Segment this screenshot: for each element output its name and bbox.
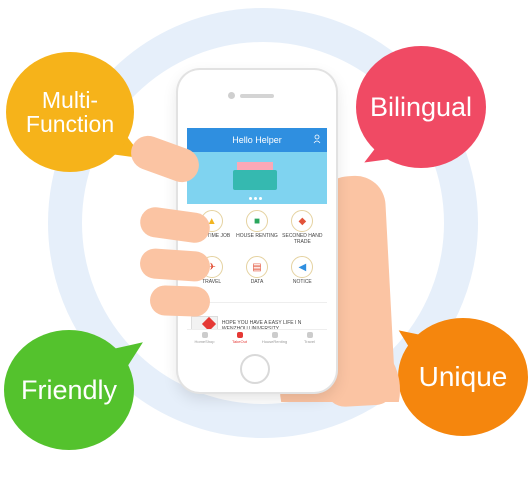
feature-item[interactable]: ■ HOUSE RENTING: [234, 210, 279, 254]
bubble-unique: Unique: [398, 318, 528, 436]
bubble-friendly: Friendly: [4, 330, 134, 450]
phone-screen: Hello Helper ▲ PART TIME JOB ■ HOUSE RENTIN…: [187, 128, 327, 348]
data-icon: ▤: [245, 256, 268, 278]
feature-label: HOUSE RENTING: [236, 233, 278, 239]
carousel-dots: [249, 197, 262, 200]
feature-label: DATA: [250, 279, 264, 285]
megaphone-icon: ◀: [291, 256, 314, 278]
gift-box-icon: [233, 162, 277, 190]
bottom-tab-bar: HomeShop TakeOut HouseRenting Travel: [187, 329, 327, 348]
bubble-label: Multi-: [41, 86, 99, 113]
tab-item[interactable]: Travel: [292, 330, 327, 348]
feature-label: TRAVEL: [202, 279, 222, 285]
bubble-bilingual: Bilingual: [356, 46, 486, 168]
camera-icon: [228, 92, 235, 99]
hand-finger: [139, 247, 211, 283]
illustration: Multi- Function Bilingual Friendly Uniqu…: [0, 0, 528, 483]
feature-label: NOTICE: [292, 279, 312, 285]
bubble-label: Function: [25, 111, 115, 137]
feature-item[interactable]: ◆ SECONED HAND TRADE: [280, 210, 325, 254]
app-title: Hello Helper: [232, 135, 282, 145]
tab-item[interactable]: HouseRenting: [257, 330, 292, 348]
speaker-grille: [240, 94, 274, 98]
bubble-label: Friendly: [20, 374, 118, 405]
promo-banner[interactable]: [187, 152, 327, 204]
tab-item[interactable]: HomeShop: [187, 330, 222, 348]
house-icon: ■: [245, 210, 268, 232]
bubble-label: Bilingual: [369, 91, 473, 122]
app-header: Hello Helper: [187, 128, 327, 152]
hand-finger: [149, 284, 211, 318]
bubble-multi-function: Multi- Function: [6, 52, 134, 172]
feature-label: SECONED HAND TRADE: [282, 233, 323, 245]
bubble-label: Unique: [418, 361, 508, 393]
home-button[interactable]: [240, 354, 270, 384]
user-icon[interactable]: [313, 134, 321, 144]
feature-item[interactable]: ◀ NOTICE: [280, 256, 325, 300]
tab-item[interactable]: TakeOut: [222, 330, 257, 348]
trade-icon: ◆: [291, 210, 314, 232]
feature-grid: ▲ PART TIME JOB ■ HOUSE RENTING ◆ SECONED HAN…: [187, 204, 327, 302]
feature-item[interactable]: ▤ DATA: [234, 256, 279, 300]
